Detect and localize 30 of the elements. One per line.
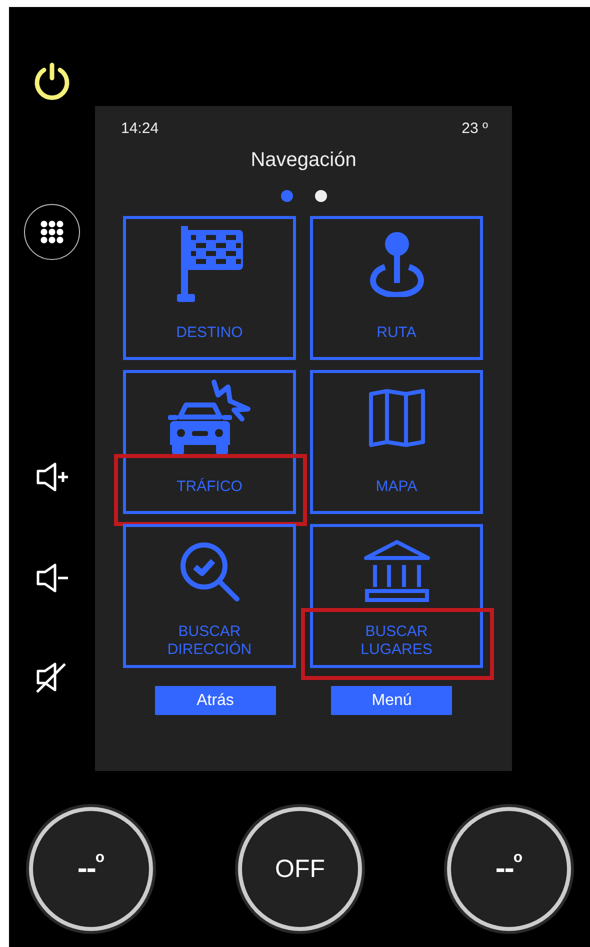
- mute-icon[interactable]: [35, 660, 69, 694]
- tile-label: DESTINO: [176, 324, 243, 342]
- clock: 14:24: [121, 120, 159, 137]
- action-button[interactable]: Menú: [331, 686, 452, 715]
- temperature: 23 º: [462, 120, 488, 137]
- menu-tile[interactable]: RUTA: [310, 216, 483, 360]
- grid-icon: [40, 220, 64, 244]
- page-dot[interactable]: [280, 190, 292, 202]
- power-icon[interactable]: [33, 62, 71, 100]
- tile-label: MAPA: [376, 478, 418, 496]
- menu-tile[interactable]: MAPA: [310, 370, 483, 514]
- menu-tile[interactable]: DESTINO: [123, 216, 296, 360]
- map-icon: [368, 388, 426, 448]
- volume-up-icon[interactable]: [35, 460, 69, 494]
- menu-tile[interactable]: BUSCAR DIRECCIÓN: [123, 524, 296, 668]
- menu-tile[interactable]: TRÁFICO: [123, 370, 296, 514]
- tile-label: BUSCAR DIRECCIÓN: [167, 622, 252, 658]
- screen-title: Navegación: [250, 149, 358, 172]
- building-icon: [364, 540, 430, 604]
- tile-label: TRÁFICO: [176, 478, 242, 496]
- tile-label: RUTA: [376, 324, 416, 342]
- action-button[interactable]: Atrás: [154, 686, 276, 715]
- tile-label: BUSCAR LUGARES: [360, 622, 432, 658]
- checkered-flag-icon: [176, 226, 242, 302]
- menu-tile[interactable]: BUSCAR LUGARES: [310, 524, 483, 668]
- magnifier-check-icon: [178, 540, 240, 602]
- mode-knob[interactable]: OFF: [238, 807, 362, 931]
- page-dot[interactable]: [314, 190, 326, 202]
- car-collision-icon: [168, 378, 252, 456]
- volume-down-icon[interactable]: [35, 561, 69, 595]
